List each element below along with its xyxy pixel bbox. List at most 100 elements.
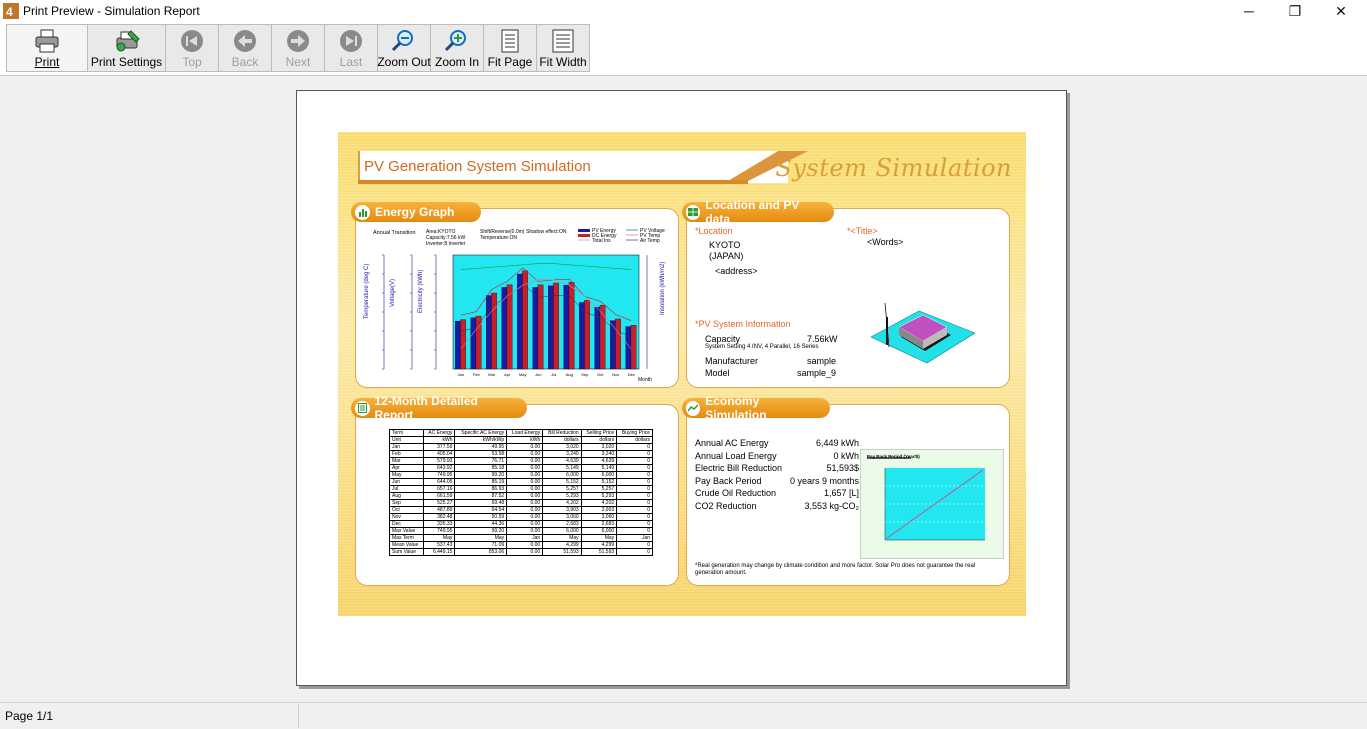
printer-icon (35, 29, 59, 53)
table-cell: 405.04 (422, 450, 456, 458)
table-cell: May (542, 534, 582, 542)
table-cell: 657.16 (422, 485, 456, 493)
table-cell: 64.54 (454, 506, 508, 514)
table-cell: 71.09 (454, 541, 508, 549)
economy-item: Pay Back Period 0 years 9 months (695, 476, 859, 489)
table-cell: 0 (616, 506, 653, 514)
energy-graph-heading: Energy Graph (351, 202, 481, 222)
capacity-label: Capacity (705, 334, 741, 344)
table-cell: 0 (616, 492, 653, 500)
x-tick-label: Mar (488, 372, 496, 377)
restore-button[interactable]: ❐ (1272, 0, 1318, 22)
energy-bar (563, 284, 570, 370)
first-page-icon (181, 30, 203, 52)
table-cell: 0.00 (506, 513, 544, 521)
table-cell: 5,149 (580, 464, 618, 472)
economy-item-label: Annual AC Energy (695, 438, 769, 448)
top-button[interactable]: Top (166, 25, 219, 71)
table-cell: 853.06 (454, 548, 508, 556)
economy-list: Annual AC Energy 6,449 kWh Annual Load Ene… (695, 438, 859, 513)
table-cell: 5,149 (542, 464, 582, 472)
table-cell: 6,000 (580, 471, 618, 479)
toolbar-buttons: Print Print Settings Top Back Next Last … (6, 24, 590, 72)
table-cell: 4,639 (580, 457, 618, 465)
table-row: Mean Value 537.43 71.09 0.00 4,299 4,299 0 (389, 541, 653, 549)
table-cell: Aug (389, 492, 424, 500)
panel-grid-icon (686, 204, 701, 220)
zoom-out-label: Zoom Out (377, 55, 431, 69)
table-cell: 0.00 (506, 520, 544, 528)
table-cell: 382.48 (422, 513, 456, 521)
table-cell: 53.58 (454, 450, 508, 458)
table-cell: 5,152 (542, 478, 582, 486)
table-cell: 0 (616, 541, 653, 549)
preview-canvas[interactable]: PV Generation System Simulation System S… (0, 76, 1367, 702)
x-tick-label: Jan (458, 372, 464, 377)
table-cell: 0 (616, 499, 653, 507)
table-cell: 3,903 (542, 506, 582, 514)
table-cell: Max Value (389, 527, 424, 535)
minimize-button[interactable]: ─ (1226, 0, 1272, 22)
manufacturer-value: sample (807, 356, 837, 366)
location-address: <address> (715, 266, 758, 276)
location-heading: Location and PV data (682, 198, 834, 226)
back-button[interactable]: Back (219, 25, 272, 71)
fit-width-label: Fit Width (539, 55, 587, 69)
energy-bar (455, 320, 461, 370)
table-cell: 5,257 (542, 485, 582, 493)
zoom-in-button[interactable]: Zoom In (431, 25, 484, 71)
x-tick-label: Nov (612, 372, 619, 377)
table-cell: 0.00 (506, 527, 544, 535)
model-label: Model (705, 368, 730, 378)
title-words: <Words> (867, 237, 904, 247)
app-icon: 4 (3, 3, 19, 19)
energy-graph-chart: Jan Feb Mar Apr May Jun Jul Aug Sep Oct Nov Dec (382, 254, 648, 377)
table-cell: 6,000 (580, 527, 618, 535)
table-cell: 3,240 (542, 450, 582, 458)
energy-bar (584, 300, 590, 370)
print-settings-label: Print Settings (90, 55, 163, 69)
table-cell: 3,240 (580, 450, 618, 458)
last-button[interactable]: Last (325, 25, 378, 71)
table-cell: dollars (542, 436, 582, 444)
location-title: Location and PV data (705, 198, 800, 226)
economy-item-label: Annual Load Energy (695, 450, 777, 461)
table-cell: 5,293 (580, 492, 618, 500)
fit-page-button[interactable]: Fit Page (484, 25, 537, 71)
zoom-out-button[interactable]: Zoom Out (377, 25, 431, 71)
table-row: Sep 525.27 69.48 0.00 4,202 4,202 0 (389, 499, 653, 507)
table-cell: 0 (616, 443, 653, 451)
page-indicator: Page 1/1 (5, 709, 54, 723)
table-cell: Selling Price (580, 429, 618, 437)
detail-report-title: 12-Month Detailed Report (374, 394, 478, 422)
fit-width-button[interactable]: Fit Width (537, 25, 589, 71)
table-cell: 0.00 (506, 492, 544, 500)
monthly-report-table: Term AC Energy Specific AC Energy Load Ener… (389, 429, 653, 556)
table-cell: 4,639 (542, 457, 582, 465)
table-cell: Apr (389, 464, 424, 472)
table-cell: dollars (616, 436, 653, 444)
zoom-in-icon (444, 30, 466, 52)
energy-bar (599, 305, 606, 370)
table-cell: 4,202 (580, 499, 618, 507)
table-cell: 3,060 (580, 513, 618, 521)
table-cell: Sep (389, 499, 424, 507)
table-row: Apr 643.92 85.18 0.00 5,149 5,149 0 (389, 464, 653, 472)
next-button[interactable]: Next (272, 25, 325, 71)
print-page: PV Generation System Simulation System S… (296, 90, 1067, 686)
document-icon (355, 400, 370, 416)
table-cell: 377.59 (422, 443, 456, 451)
table-cell: 0.00 (506, 506, 544, 514)
close-button[interactable]: ✕ (1318, 0, 1364, 22)
x-tick-label: Jun (535, 372, 541, 377)
table-cell: 661.59 (422, 492, 456, 500)
x-axis-unit: Month (638, 377, 652, 383)
economy-item-label: Electric Bill Reduction (695, 463, 783, 473)
table-cell: 4,299 (542, 541, 582, 549)
table-cell: 99.20 (454, 471, 508, 479)
print-button[interactable]: Print (7, 25, 88, 71)
table-cell: Jun (389, 478, 424, 486)
print-settings-button[interactable]: Print Settings (88, 25, 166, 71)
detail-report-heading: 12-Month Detailed Report (351, 394, 527, 422)
table-cell: 0.00 (506, 450, 544, 458)
